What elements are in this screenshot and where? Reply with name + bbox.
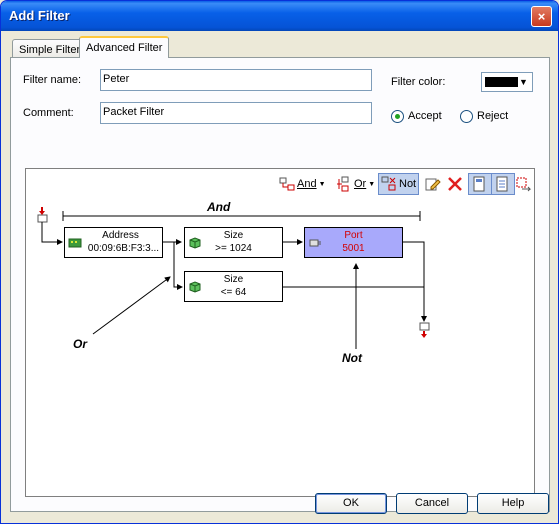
- size-max-node-value: <= 64: [220, 287, 247, 298]
- add-filter-dialog: Add Filter × Simple Filter Advanced Filt…: [0, 0, 559, 524]
- size-min-node-value: >= 1024: [215, 243, 252, 254]
- size-max-node-title: Size: [223, 274, 244, 285]
- reject-radio[interactable]: [460, 110, 473, 123]
- window-title: Add Filter: [9, 8, 70, 23]
- filter-color-label: Filter color:: [391, 76, 446, 88]
- radio-selected-dot: [395, 114, 400, 119]
- tab-advanced-filter-label: Advanced Filter: [86, 42, 163, 54]
- close-icon: ×: [537, 9, 546, 24]
- filter-name-label: Filter name:: [23, 74, 82, 86]
- accept-radio[interactable]: [391, 110, 404, 123]
- reject-label: Reject: [477, 110, 509, 122]
- and-annotation: And: [207, 200, 231, 214]
- filter-color-picker[interactable]: ▼: [481, 72, 533, 92]
- size-min-node-title: Size: [223, 230, 244, 241]
- address-filter-node[interactable]: Address 00:09:6B:F3:3...: [64, 227, 163, 258]
- filter-name-field[interactable]: Peter: [100, 69, 372, 91]
- dialog-body: Simple Filter Advanced Filter Filter nam…: [4, 31, 555, 522]
- size-max-filter-node[interactable]: Size <= 64: [184, 271, 283, 302]
- help-button[interactable]: Help: [477, 493, 549, 514]
- comment-label: Comment:: [23, 107, 74, 119]
- size-min-filter-node[interactable]: Size >= 1024: [184, 227, 283, 258]
- advanced-filter-panel: Filter name: Peter Comment: Packet Filte…: [10, 57, 550, 512]
- address-node-value: 00:09:6B:F3:3...: [87, 243, 160, 254]
- ok-button[interactable]: OK: [315, 493, 387, 514]
- port-node-value: 5001: [342, 243, 365, 254]
- close-button[interactable]: ×: [531, 6, 552, 27]
- address-node-title: Address: [102, 230, 139, 241]
- title-bar[interactable]: Add Filter ×: [1, 1, 558, 31]
- port-node-title: Port: [344, 230, 363, 241]
- filter-color-swatch: [485, 77, 518, 87]
- tab-simple-filter[interactable]: Simple Filter: [12, 39, 88, 59]
- filter-diagram-canvas[interactable]: And ▼ Or ▼ Not Address 00:09:6B:F3:3... …: [25, 168, 535, 497]
- cancel-button[interactable]: Cancel: [396, 493, 468, 514]
- chevron-down-icon: ▼: [519, 77, 528, 87]
- diagram-connectors: [37, 207, 430, 349]
- tab-advanced-filter[interactable]: Advanced Filter: [79, 36, 170, 58]
- comment-field[interactable]: Packet Filter: [100, 102, 372, 124]
- not-annotation: Not: [342, 351, 362, 365]
- or-annotation: Or: [73, 337, 88, 351]
- tab-simple-filter-label: Simple Filter: [19, 44, 81, 56]
- accept-label: Accept: [408, 110, 442, 122]
- port-filter-node[interactable]: Port 5001: [304, 227, 403, 258]
